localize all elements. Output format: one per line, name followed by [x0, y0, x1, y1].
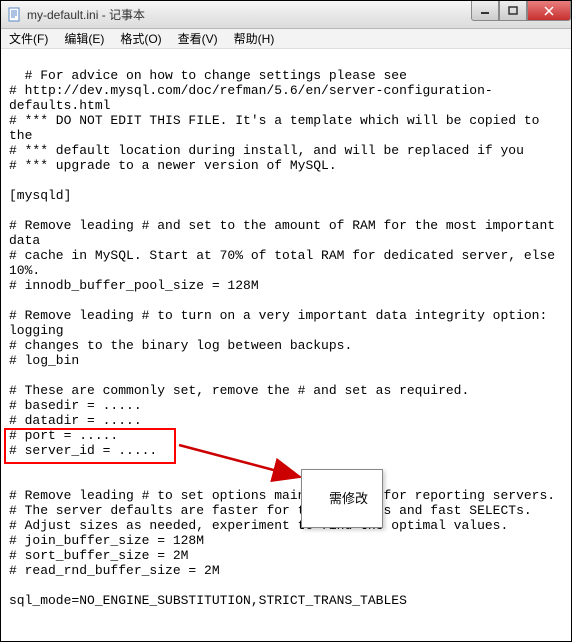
annotation-text: 需修改 [329, 491, 368, 506]
menu-format[interactable]: 格式(O) [116, 29, 165, 48]
text-area[interactable]: # For advice on how to change settings p… [1, 49, 571, 641]
menubar: 文件(F) 编辑(E) 格式(O) 查看(V) 帮助(H) [1, 29, 571, 49]
titlebar: my-default.ini - 记事本 [1, 1, 571, 29]
menu-help[interactable]: 帮助(H) [230, 29, 279, 48]
close-button[interactable] [527, 1, 571, 21]
menu-edit[interactable]: 编辑(E) [60, 29, 108, 48]
window-controls [471, 1, 571, 21]
file-content: # For advice on how to change settings p… [9, 68, 563, 608]
menu-file[interactable]: 文件(F) [5, 29, 52, 48]
window-title: my-default.ini - 记事本 [27, 6, 145, 23]
maximize-button[interactable] [499, 1, 527, 21]
minimize-button[interactable] [471, 1, 499, 21]
annotation-label: 需修改 [301, 469, 383, 528]
menu-view[interactable]: 查看(V) [174, 29, 222, 48]
notepad-icon [7, 7, 23, 23]
annotation-arrow [176, 437, 316, 487]
